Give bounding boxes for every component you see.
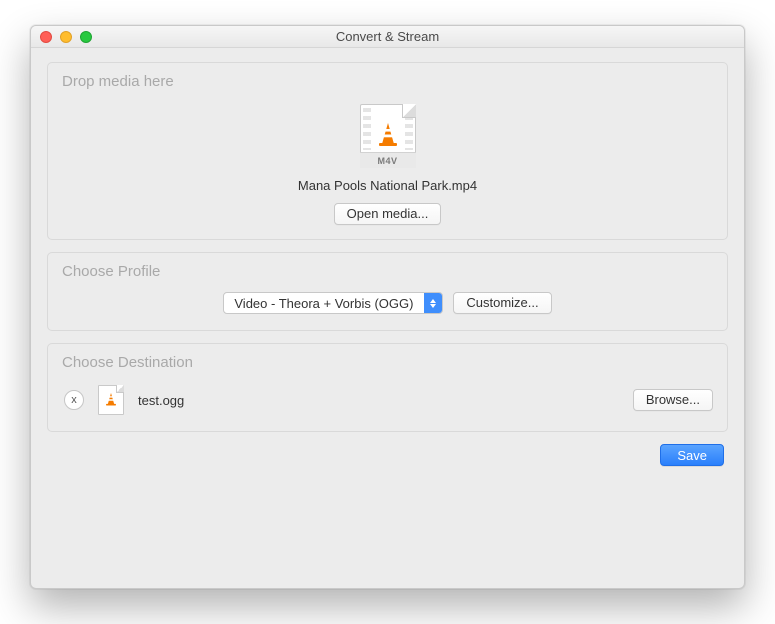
drop-zone[interactable]: M4V Mana Pools National Park.mp4 Open me… <box>62 98 713 225</box>
content-area: Drop media here M4V <box>31 48 744 588</box>
file-extension-badge: M4V <box>360 152 416 168</box>
drop-media-heading: Drop media here <box>62 73 713 90</box>
save-button[interactable]: Save <box>660 444 724 466</box>
browse-button[interactable]: Browse... <box>633 389 713 411</box>
open-media-button[interactable]: Open media... <box>334 203 442 225</box>
source-filename: Mana Pools National Park.mp4 <box>298 178 477 193</box>
cone-icon <box>105 392 117 407</box>
footer: Save <box>47 444 728 468</box>
destination-filename: test.ogg <box>138 393 184 408</box>
profile-select[interactable]: Video - Theora + Vorbis (OGG) <box>223 292 443 314</box>
choose-destination-heading: Choose Destination <box>62 354 713 371</box>
profile-select-value: Video - Theora + Vorbis (OGG) <box>224 296 424 311</box>
drop-media-panel: Drop media here M4V <box>47 62 728 240</box>
x-icon: x <box>71 395 77 406</box>
remove-destination-button[interactable]: x <box>64 390 84 410</box>
customize-button[interactable]: Customize... <box>453 292 551 314</box>
chevron-updown-icon <box>424 293 442 313</box>
media-file-icon: M4V <box>360 104 416 168</box>
window-title: Convert & Stream <box>31 29 744 44</box>
cone-icon <box>377 122 399 148</box>
choose-profile-panel: Choose Profile Video - Theora + Vorbis (… <box>47 252 728 331</box>
titlebar: Convert & Stream <box>31 26 744 48</box>
choose-destination-panel: Choose Destination x <box>47 343 728 432</box>
choose-profile-heading: Choose Profile <box>62 263 713 280</box>
destination-file-icon <box>98 385 124 415</box>
dialog-window: Convert & Stream Drop media here <box>30 25 745 589</box>
